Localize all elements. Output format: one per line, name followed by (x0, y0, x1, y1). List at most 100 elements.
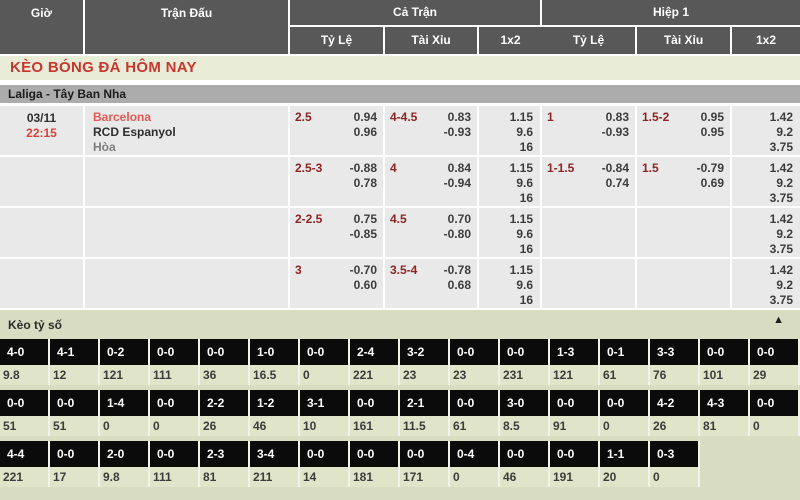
collapse-section-icon[interactable]: ▲ (773, 314, 784, 326)
score-box[interactable]: 3-0 (500, 390, 550, 416)
score-box[interactable]: 1-4 (100, 390, 150, 416)
h1-1x2-odds[interactable]: 1.42 9.2 3.75 (732, 208, 800, 257)
score-box[interactable]: 2-0 (100, 441, 150, 467)
odds-bottom[interactable]: -0.93 (444, 125, 471, 140)
score-box[interactable]: 3-4 (250, 441, 300, 467)
ft-over-under-odds[interactable]: 4 0.84-0.94 (385, 157, 479, 206)
score-box[interactable]: 0-0 (450, 339, 500, 365)
score-box[interactable]: 0-0 (350, 390, 400, 416)
odds-bottom[interactable]: -0.93 (602, 125, 629, 140)
score-box[interactable]: 0-0 (50, 441, 100, 467)
score-box[interactable]: 2-2 (200, 390, 250, 416)
h1-1x2-odds[interactable]: 1.42 9.2 3.75 (732, 106, 800, 155)
score-box[interactable]: 4-4 (0, 441, 50, 467)
score-box[interactable]: 0-0 (750, 339, 800, 365)
ft-1x2-odds[interactable]: 1.15 9.6 16 (479, 208, 542, 257)
odds-home[interactable]: 1.15 (479, 263, 533, 278)
odds-away[interactable]: 3.75 (732, 242, 793, 257)
ft-over-under-odds[interactable]: 4-4.5 0.83-0.93 (385, 106, 479, 155)
odds-top[interactable]: 0.83 (444, 110, 471, 125)
odds-top[interactable]: -0.84 (602, 161, 629, 176)
odds-top[interactable]: 0.83 (602, 110, 629, 125)
score-box[interactable]: 0-0 (550, 390, 600, 416)
h1-handicap-odds[interactable]: 1 0.83-0.93 (542, 106, 637, 155)
score-box[interactable]: 2-1 (400, 390, 450, 416)
odds-draw[interactable]: 9.2 (732, 176, 793, 191)
score-box[interactable]: 4-3 (700, 390, 750, 416)
odds-away[interactable]: 16 (479, 191, 533, 206)
odds-home[interactable]: 1.15 (479, 110, 533, 125)
score-box[interactable]: 4-0 (0, 339, 50, 365)
score-box[interactable]: 0-0 (600, 390, 650, 416)
ft-handicap-odds[interactable]: 3 -0.700.60 (290, 259, 385, 308)
odds-bottom[interactable]: 0.60 (350, 278, 377, 293)
score-box[interactable]: 0-0 (0, 390, 50, 416)
odds-bottom[interactable]: 0.78 (350, 176, 377, 191)
score-box[interactable]: 0-0 (200, 339, 250, 365)
odds-top[interactable]: 0.94 (354, 110, 377, 125)
odds-bottom[interactable]: 0.95 (701, 125, 724, 140)
odds-top[interactable]: 0.84 (444, 161, 471, 176)
score-box[interactable]: 1-1 (600, 441, 650, 467)
score-box[interactable]: 1-2 (250, 390, 300, 416)
odds-draw[interactable]: 9.2 (732, 227, 793, 242)
ft-handicap-odds[interactable]: 2.5-3 -0.880.78 (290, 157, 385, 206)
score-box[interactable]: 2-3 (200, 441, 250, 467)
score-box[interactable]: 0-0 (300, 339, 350, 365)
h1-handicap-odds[interactable]: 1-1.5 -0.840.74 (542, 157, 637, 206)
score-box[interactable]: 0-0 (150, 441, 200, 467)
odds-home[interactable]: 1.15 (479, 161, 533, 176)
odds-draw[interactable]: 9.6 (479, 227, 533, 242)
home-team-link[interactable]: Barcelona (93, 110, 288, 125)
score-box[interactable]: 4-1 (50, 339, 100, 365)
odds-top[interactable]: 0.95 (701, 110, 724, 125)
odds-bottom[interactable]: 0.68 (444, 278, 471, 293)
score-box[interactable]: 0-0 (500, 441, 550, 467)
odds-top[interactable]: -0.70 (350, 263, 377, 278)
odds-top[interactable]: -0.88 (350, 161, 377, 176)
odds-bottom[interactable]: 0.69 (697, 176, 724, 191)
odds-draw[interactable]: 9.6 (479, 125, 533, 140)
score-box[interactable]: 0-0 (450, 390, 500, 416)
ft-handicap-odds[interactable]: 2.5 0.940.96 (290, 106, 385, 155)
score-box[interactable]: 0-0 (350, 441, 400, 467)
ft-over-under-odds[interactable]: 4.5 0.70-0.80 (385, 208, 479, 257)
odds-away[interactable]: 3.75 (732, 191, 793, 206)
score-box[interactable]: 3-1 (300, 390, 350, 416)
score-box[interactable]: 0-2 (100, 339, 150, 365)
h1-1x2-odds[interactable]: 1.42 9.2 3.75 (732, 157, 800, 206)
score-box[interactable]: 0-0 (550, 441, 600, 467)
odds-top[interactable]: -0.78 (444, 263, 471, 278)
odds-away[interactable]: 3.75 (732, 293, 793, 308)
score-box[interactable]: 0-0 (700, 339, 750, 365)
odds-bottom[interactable]: -0.94 (444, 176, 471, 191)
odds-draw[interactable]: 9.2 (732, 278, 793, 293)
score-box[interactable]: 1-3 (550, 339, 600, 365)
ft-over-under-odds[interactable]: 3.5-4 -0.780.68 (385, 259, 479, 308)
odds-home[interactable]: 1.42 (732, 263, 793, 278)
odds-home[interactable]: 1.42 (732, 161, 793, 176)
score-box[interactable]: 0-1 (600, 339, 650, 365)
odds-home[interactable]: 1.42 (732, 110, 793, 125)
odds-draw[interactable]: 9.2 (732, 125, 793, 140)
score-box[interactable]: 4-2 (650, 390, 700, 416)
odds-home[interactable]: 1.15 (479, 212, 533, 227)
score-box[interactable]: 0-0 (150, 390, 200, 416)
ft-handicap-odds[interactable]: 2-2.5 0.75-0.85 (290, 208, 385, 257)
odds-top[interactable]: -0.79 (697, 161, 724, 176)
odds-draw[interactable]: 9.6 (479, 278, 533, 293)
score-box[interactable]: 0-3 (650, 441, 700, 467)
score-box[interactable]: 3-2 (400, 339, 450, 365)
score-box[interactable]: 0-0 (50, 390, 100, 416)
odds-top[interactable]: 0.75 (350, 212, 377, 227)
score-box[interactable]: 0-0 (500, 339, 550, 365)
score-box[interactable]: 1-0 (250, 339, 300, 365)
h1-1x2-odds[interactable]: 1.42 9.2 3.75 (732, 259, 800, 308)
odds-away[interactable]: 16 (479, 140, 533, 155)
score-box[interactable]: 2-4 (350, 339, 400, 365)
odds-away[interactable]: 16 (479, 242, 533, 257)
h1-over-under-odds[interactable]: 1.5 -0.790.69 (637, 157, 732, 206)
ft-1x2-odds[interactable]: 1.15 9.6 16 (479, 106, 542, 155)
odds-draw[interactable]: 9.6 (479, 176, 533, 191)
ft-1x2-odds[interactable]: 1.15 9.6 16 (479, 259, 542, 308)
